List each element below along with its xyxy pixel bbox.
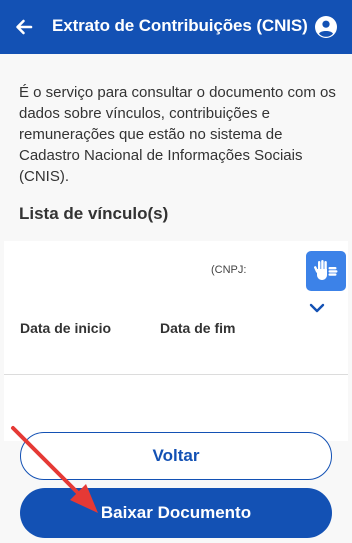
section-title: Lista de vínculo(s) bbox=[19, 204, 169, 223]
vlibras-hands-icon bbox=[314, 260, 338, 280]
user-circle-icon bbox=[315, 16, 337, 38]
start-date-header: Data de inicio bbox=[20, 320, 112, 336]
service-description: É o serviço para consultar o documento c… bbox=[19, 84, 336, 185]
back-action-button[interactable]: Voltar bbox=[20, 432, 332, 480]
vinculo-card bbox=[4, 241, 348, 441]
cnpj-label: (CNPJ: bbox=[211, 264, 247, 276]
chevron-down-icon bbox=[309, 303, 325, 313]
arrow-left-icon bbox=[16, 19, 33, 35]
app-bar: Extrato de Contribuições (CNIS) bbox=[0, 0, 352, 54]
page-title: Extrato de Contribuições (CNIS) bbox=[52, 16, 308, 35]
back-button[interactable] bbox=[8, 11, 40, 43]
end-date-header: Data de fim bbox=[160, 320, 236, 336]
divider bbox=[4, 374, 348, 375]
expand-button[interactable] bbox=[307, 298, 327, 318]
download-document-button[interactable]: Baixar Documento bbox=[20, 488, 332, 538]
vlibras-button[interactable] bbox=[306, 251, 346, 291]
account-button[interactable] bbox=[308, 9, 344, 45]
